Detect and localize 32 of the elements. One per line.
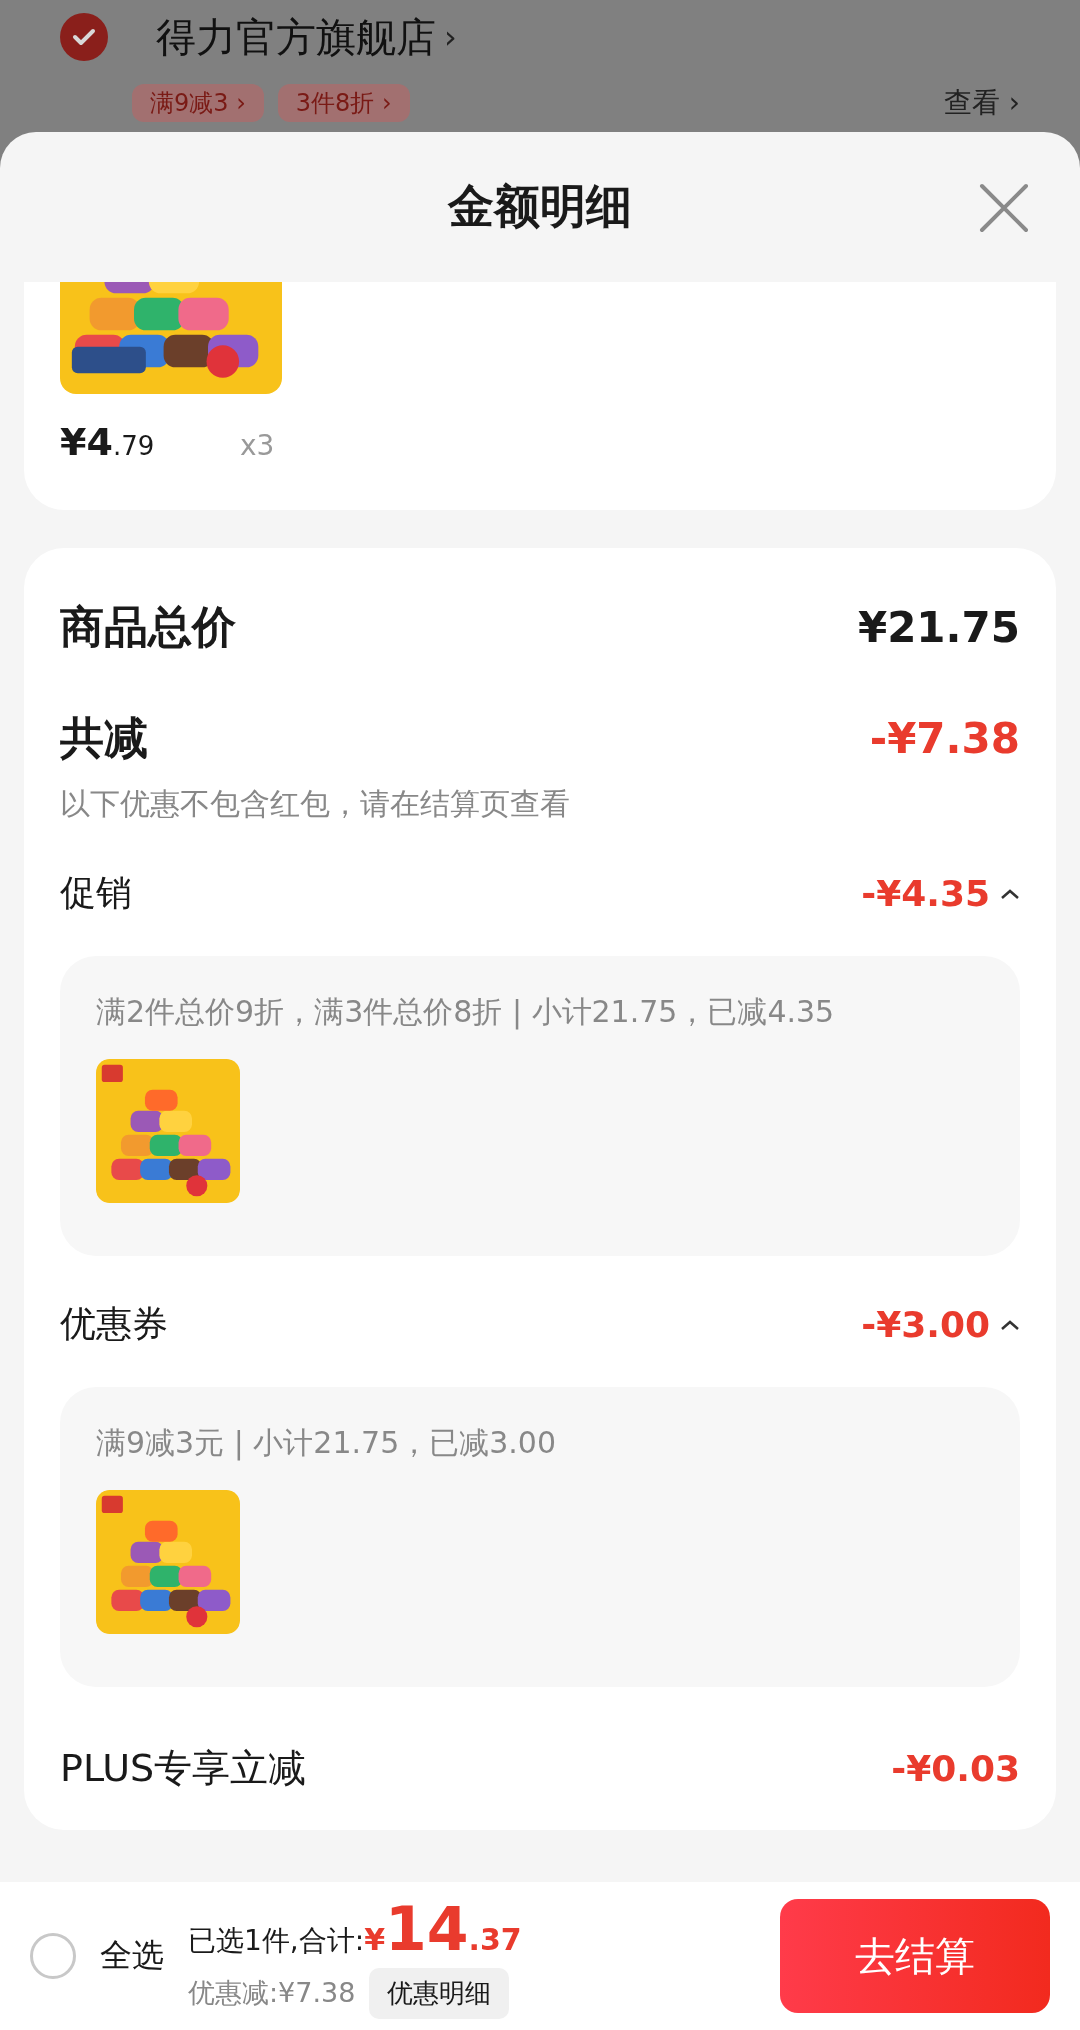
store-name[interactable]: 得力官方旗舰店 [156,9,436,65]
discount-details-button[interactable]: 优惠明细 [369,1967,510,2019]
sheet-title: 金额明细 [448,178,632,235]
discount-value: -¥7.38 [869,714,1020,763]
discount-amount: -¥3.00 [861,1304,990,1345]
promo-tag[interactable]: 3件8折 › [277,84,410,122]
plus-discount-amount: -¥0.03 [891,1748,1020,1789]
promo-tag[interactable]: 满9减3 › [132,84,264,122]
select-all-label[interactable]: 全选 [100,1934,164,1978]
view-link[interactable]: 查看 › [943,86,1020,120]
quantity: x3 [240,429,275,462]
close-icon[interactable] [978,182,1030,234]
discount-type-label: 促销 [60,871,132,915]
total-amount: ¥14.37 [364,1893,522,1964]
plus-discount-label: PLUS专享立减 [60,1745,307,1792]
discount-detail: 满9减3元 | 小计21.75，已减3.00 [96,1424,558,1463]
discount-amount: -¥4.35 [861,873,990,914]
discount-total: 优惠减:¥7.38 [188,1976,356,2010]
store-checkbox[interactable] [60,13,108,61]
discount-label: 共减 [60,711,148,765]
unit-price: ¥4.79 [60,420,156,464]
chevron-icon[interactable] [1000,1318,1020,1331]
discount-detail: 满2件总价9折，满3件总价8折 | 小计21.75，已减4.35 [96,993,836,1032]
select-all-checkbox[interactable] [30,1933,76,1979]
store-arrow[interactable]: › [444,18,457,56]
total-value: ¥21.75 [857,603,1020,652]
checkout-button[interactable]: 去结算 [780,1899,1050,2013]
discount-note: 以下优惠不包含红包，请在结算页查看 [60,785,571,823]
selected-summary: 已选1件,合计: [188,1922,365,1959]
discount-type-label: 优惠券 [60,1302,168,1346]
total-label: 商品总价 [60,600,236,654]
chevron-icon[interactable] [1000,887,1020,900]
